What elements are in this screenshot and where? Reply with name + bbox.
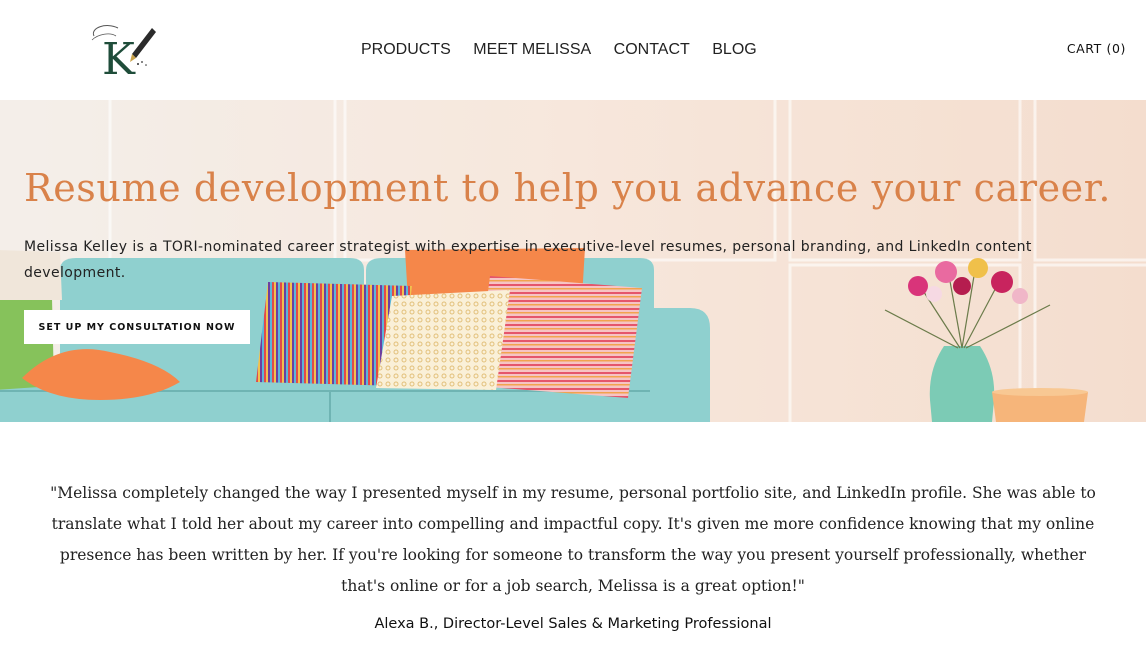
site-header: K PRODUCTS MEET MELISSA CONTACT BLOG CAR… — [0, 0, 1146, 100]
nav-meet-melissa[interactable]: MEET MELISSA — [473, 41, 591, 58]
hero-banner: Resume development to help you advance y… — [0, 100, 1146, 422]
nav-products[interactable]: PRODUCTS — [361, 41, 451, 58]
consultation-cta-button[interactable]: SET UP MY CONSULTATION NOW — [24, 310, 250, 344]
testimonial-quote: "Melissa completely changed the way I pr… — [50, 484, 1096, 595]
cart-link[interactable]: CART (0) — [1067, 41, 1126, 56]
brand-logo[interactable]: K — [88, 18, 160, 85]
pen-nib-logo-icon: K — [91, 25, 156, 85]
nav-contact[interactable]: CONTACT — [614, 41, 690, 58]
svg-text:K: K — [102, 34, 136, 80]
hero-subtitle: Melissa Kelley is a TORI-nominated caree… — [24, 239, 1032, 281]
main-nav: PRODUCTS MEET MELISSA CONTACT BLOG — [361, 41, 775, 59]
testimonial-author: Alexa B., Director-Level Sales & Marketi… — [374, 616, 772, 632]
nav-blog[interactable]: BLOG — [712, 41, 756, 58]
testimonial-section: "Melissa completely changed the way I pr… — [0, 422, 1146, 632]
hero-title: Resume development to help you advance y… — [24, 166, 1112, 210]
